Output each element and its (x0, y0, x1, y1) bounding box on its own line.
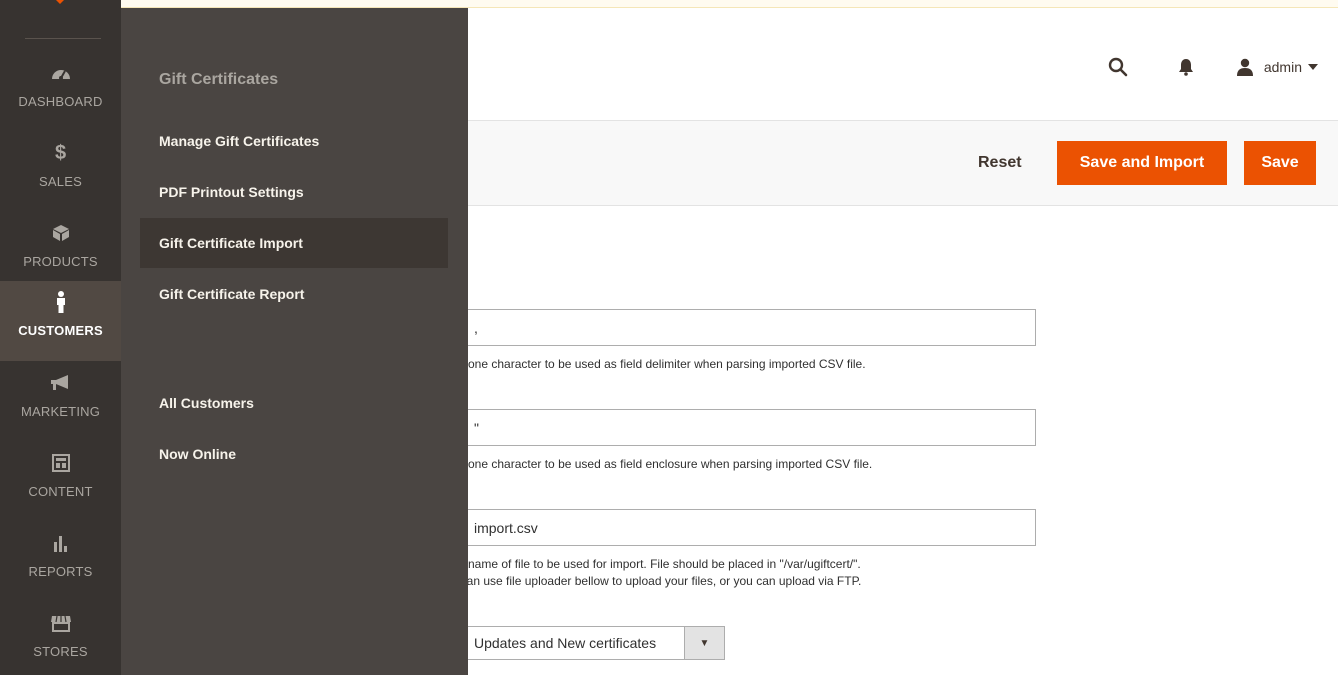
field-delimiter-input[interactable] (458, 309, 1036, 346)
username: admin (1263, 59, 1302, 75)
import-filename-input[interactable] (458, 509, 1036, 546)
flyout-item-pdf-printout-settings[interactable]: PDF Printout Settings (140, 167, 448, 217)
megaphone-icon (50, 375, 68, 390)
sidebar-item-products[interactable]: PRODUCTS (0, 212, 121, 292)
person-icon (56, 291, 65, 313)
sidebar-item-sales[interactable]: $ SALES (0, 132, 121, 212)
field-delimiter-note: nter one character to be used as field d… (444, 357, 866, 371)
caret-down-icon (1308, 64, 1318, 70)
layout-icon (51, 454, 70, 472)
admin-sidebar: DASHBOARD $ SALES PRODUCTS CUSTOMERS MAR… (0, 0, 121, 675)
search-icon[interactable] (1098, 52, 1138, 82)
user-icon (1236, 58, 1253, 76)
sidebar-item-stores[interactable]: STORES (0, 602, 121, 675)
save-button[interactable]: Save (1244, 141, 1316, 185)
select-arrow-icon: ▼ (684, 627, 724, 659)
store-icon (50, 615, 71, 632)
sidebar-item-reports[interactable]: REPORTS (0, 522, 121, 602)
import-mode-value: Updates and New certificates (474, 635, 657, 651)
gauge-icon (51, 70, 70, 80)
import-filename-note-line1: nter name of file to be used for import.… (444, 557, 861, 571)
sidebar-item-marketing[interactable]: MARKETING (0, 362, 121, 442)
sidebar-item-customers[interactable]: CUSTOMERS (0, 281, 121, 361)
field-enclosure-input[interactable] (458, 409, 1036, 446)
customers-flyout-menu: Gift Certificates Manage Gift Certificat… (121, 8, 468, 675)
save-and-import-button[interactable]: Save and Import (1057, 141, 1227, 185)
logo-icon[interactable] (46, 0, 74, 6)
box-icon (52, 225, 69, 241)
flyout-section-title: Gift Certificates (159, 71, 279, 88)
header-actions: admin (1070, 52, 1318, 82)
top-notice-bar (0, 0, 1338, 8)
import-mode-select[interactable]: Updates and New certificates ▼ (458, 626, 725, 660)
flyout-item-all-customers[interactable]: All Customers (140, 378, 448, 428)
sidebar-item-dashboard[interactable]: DASHBOARD (0, 52, 121, 132)
dollar-icon: $ (54, 141, 67, 164)
sidebar-divider (25, 38, 101, 39)
flyout-item-gift-certificate-report[interactable]: Gift Certificate Report (140, 269, 448, 319)
flyout-item-gift-certificate-import[interactable]: Gift Certificate Import (140, 218, 448, 268)
bar-chart-icon (53, 536, 67, 552)
sidebar-item-content[interactable]: CONTENT (0, 442, 121, 522)
bell-icon[interactable] (1166, 52, 1206, 82)
field-enclosure-note: nter one character to be used as field e… (444, 457, 873, 471)
flyout-item-manage-gift-certificates[interactable]: Manage Gift Certificates (140, 116, 448, 166)
reset-button[interactable]: Reset (960, 141, 1040, 185)
user-menu[interactable]: admin (1236, 58, 1318, 76)
flyout-item-now-online[interactable]: Now Online (140, 429, 448, 479)
import-filename-note-line2: ou can use file uploader bellow to uploa… (444, 574, 862, 588)
